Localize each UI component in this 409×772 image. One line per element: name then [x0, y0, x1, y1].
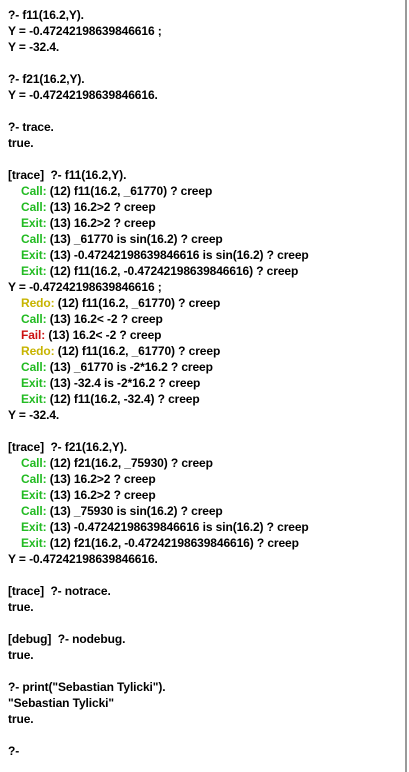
trace-line: Exit: (13) 16.2>2 ? creep — [0, 487, 405, 503]
answer-line: Y = -0.47242198639846616. — [8, 88, 158, 102]
result-true: true. — [8, 136, 34, 150]
trace-goal: (13) 16.2>2 ? creep — [46, 472, 156, 486]
query-line: ?- print("Sebastian Tylicki"). — [8, 680, 166, 694]
trace-goal: (13) _61770 is sin(16.2) ? creep — [46, 232, 223, 246]
prolog-console[interactable]: ?- f11(16.2,Y). Y = -0.47242198639846616 … — [0, 0, 407, 772]
query-line: ?- f11(16.2,Y). — [8, 8, 84, 22]
trace-port-exit: Exit: — [21, 536, 47, 550]
trace-line: Call: (13) 16.2>2 ? creep — [0, 199, 405, 215]
trace-port-exit: Exit: — [21, 248, 47, 262]
trace-port-call: Call: — [21, 232, 47, 246]
trace-goal: (13) -32.4 is -2*16.2 ? creep — [46, 376, 201, 390]
trace-goal: (13) 16.2>2 ? creep — [46, 200, 156, 214]
trace-port-exit: Exit: — [21, 376, 47, 390]
trace-line: Call: (13) 16.2< -2 ? creep — [0, 311, 405, 327]
query-line: [trace] ?- f11(16.2,Y). — [8, 168, 127, 182]
trace-goal: (12) f21(16.2, _75930) ? creep — [46, 456, 213, 470]
query-line: ?- trace. — [8, 120, 54, 134]
trace-port-call: Call: — [21, 360, 47, 374]
trace-line: Call: (12) f21(16.2, _75930) ? creep — [0, 455, 405, 471]
trace-line: Call: (13) _75930 is sin(16.2) ? creep — [0, 503, 405, 519]
trace-goal: (13) 16.2>2 ? creep — [46, 488, 156, 502]
trace-port-exit: Exit: — [21, 216, 47, 230]
trace-port-fail: Fail: — [21, 328, 46, 342]
trace-goal: (12) f11(16.2, -0.47242198639846616) ? c… — [46, 264, 299, 278]
answer-line: Y = -0.47242198639846616. — [8, 552, 158, 566]
trace-line: Exit: (13) 16.2>2 ? creep — [0, 215, 405, 231]
answer-line: Y = -0.47242198639846616 ; — [8, 24, 162, 38]
trace-goal: (12) f11(16.2, _61770) ? creep — [54, 296, 221, 310]
result-true: true. — [8, 712, 34, 726]
trace-line: Call: (13) _61770 is sin(16.2) ? creep — [0, 231, 405, 247]
trace-goal: (13) 16.2>2 ? creep — [46, 216, 156, 230]
query-line: [debug] ?- nodebug. — [8, 632, 126, 646]
query-line: ?- f21(16.2,Y). — [8, 72, 85, 86]
trace-port-call: Call: — [21, 456, 47, 470]
query-line: [trace] ?- notrace. — [8, 584, 111, 598]
trace-goal: (13) _75930 is sin(16.2) ? creep — [46, 504, 223, 518]
trace-port-call: Call: — [21, 504, 47, 518]
answer-line: Y = -0.47242198639846616 ; — [8, 280, 162, 294]
trace-goal: (13) -0.47242198639846616 is sin(16.2) ?… — [46, 520, 309, 534]
trace-line: Call: (13) 16.2>2 ? creep — [0, 471, 405, 487]
trace-goal: (13) _61770 is -2*16.2 ? creep — [46, 360, 213, 374]
trace-port-call: Call: — [21, 312, 47, 326]
result-true: true. — [8, 600, 34, 614]
trace-goal: (12) f11(16.2, _61770) ? creep — [54, 344, 221, 358]
trace-port-exit: Exit: — [21, 520, 47, 534]
trace-line: Call: (13) _61770 is -2*16.2 ? creep — [0, 359, 405, 375]
trace-port-exit: Exit: — [21, 392, 47, 406]
trace-line: Redo: (12) f11(16.2, _61770) ? creep — [0, 295, 405, 311]
trace-port-call: Call: — [21, 200, 47, 214]
trace-line: Exit: (13) -0.47242198639846616 is sin(1… — [0, 247, 405, 263]
result-true: true. — [8, 648, 34, 662]
trace-goal: (13) 16.2< -2 ? creep — [45, 328, 162, 342]
answer-line: Y = -32.4. — [8, 40, 60, 54]
trace-line: Exit: (12) f21(16.2, -0.4724219863984661… — [0, 535, 405, 551]
trace-goal: (12) f11(16.2, -32.4) ? creep — [46, 392, 200, 406]
trace-port-call: Call: — [21, 472, 47, 486]
trace-line: Exit: (12) f11(16.2, -0.4724219863984661… — [0, 263, 405, 279]
trace-goal: (12) f21(16.2, -0.47242198639846616) ? c… — [46, 536, 299, 550]
trace-line: Fail: (13) 16.2< -2 ? creep — [0, 327, 405, 343]
trace-port-exit: Exit: — [21, 488, 47, 502]
output-line: "Sebastian Tylicki" — [8, 696, 114, 710]
trace-port-redo: Redo: — [21, 296, 55, 310]
trace-line: Exit: (13) -0.47242198639846616 is sin(1… — [0, 519, 405, 535]
trace-port-redo: Redo: — [21, 344, 55, 358]
input-cursor[interactable] — [19, 744, 20, 757]
query-line: [trace] ?- f21(16.2,Y). — [8, 440, 127, 454]
trace-line: Exit: (12) f11(16.2, -32.4) ? creep — [0, 391, 405, 407]
trace-line: Redo: (12) f11(16.2, _61770) ? creep — [0, 343, 405, 359]
trace-goal: (12) f11(16.2, _61770) ? creep — [46, 184, 213, 198]
trace-port-call: Call: — [21, 184, 47, 198]
query-line: ?- — [8, 744, 20, 758]
trace-line: Exit: (13) -32.4 is -2*16.2 ? creep — [0, 375, 405, 391]
trace-line: Call: (12) f11(16.2, _61770) ? creep — [0, 183, 405, 199]
trace-goal: (13) -0.47242198639846616 is sin(16.2) ?… — [46, 248, 309, 262]
trace-port-exit: Exit: — [21, 264, 47, 278]
trace-goal: (13) 16.2< -2 ? creep — [46, 312, 163, 326]
answer-line: Y = -32.4. — [8, 408, 60, 422]
